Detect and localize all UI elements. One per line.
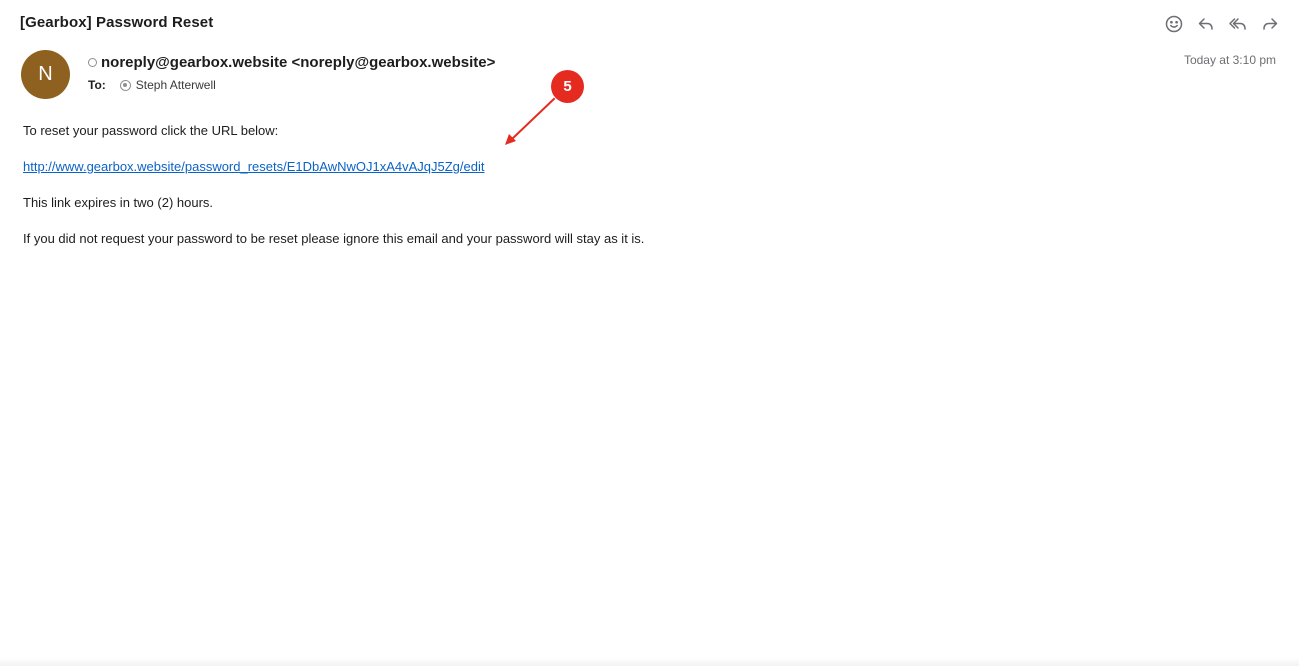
reply-button[interactable]	[1195, 13, 1217, 35]
unread-status-icon	[88, 58, 97, 67]
email-timestamp: Today at 3:10 pm	[1183, 53, 1276, 67]
password-reset-link[interactable]: http://www.gearbox.website/password_rese…	[23, 159, 484, 174]
recipient-row: To: Steph Atterwell	[88, 78, 216, 92]
forward-icon	[1263, 18, 1278, 30]
email-subject: [Gearbox] Password Reset	[20, 14, 214, 31]
sender-row: noreply@gearbox.website <noreply@gearbox…	[88, 54, 495, 71]
message-toolbar	[1163, 13, 1281, 35]
annotation-step-number: 5	[563, 78, 572, 95]
email-body: To reset your password click the URL bel…	[23, 122, 644, 266]
email-viewer: [Gearbox] Password Reset N noreply@gearb…	[0, 0, 1299, 666]
avatar-initial: N	[38, 63, 53, 85]
annotation-arrow	[505, 96, 557, 145]
reply-icon	[1198, 18, 1213, 30]
body-ignore-note: If you did not request your password to …	[23, 231, 645, 246]
to-label: To:	[88, 78, 106, 92]
sender-address[interactable]: noreply@gearbox.website <noreply@gearbox…	[101, 54, 495, 71]
emoji-icon	[1165, 15, 1183, 33]
bottom-edge	[0, 658, 1299, 666]
emoji-reaction-button[interactable]	[1163, 13, 1185, 35]
forward-button[interactable]	[1259, 13, 1281, 35]
annotation-step-badge: 5	[551, 70, 584, 103]
recipient-name[interactable]: Steph Atterwell	[136, 78, 216, 92]
reply-all-icon	[1229, 18, 1246, 30]
body-instruction: To reset your password click the URL bel…	[23, 123, 279, 138]
body-link-paragraph: http://www.gearbox.website/password_rese…	[23, 158, 644, 176]
body-expiry-note: This link expires in two (2) hours.	[23, 195, 214, 210]
reply-all-button[interactable]	[1227, 13, 1249, 35]
contact-icon	[119, 79, 131, 91]
sender-avatar: N	[21, 50, 70, 99]
